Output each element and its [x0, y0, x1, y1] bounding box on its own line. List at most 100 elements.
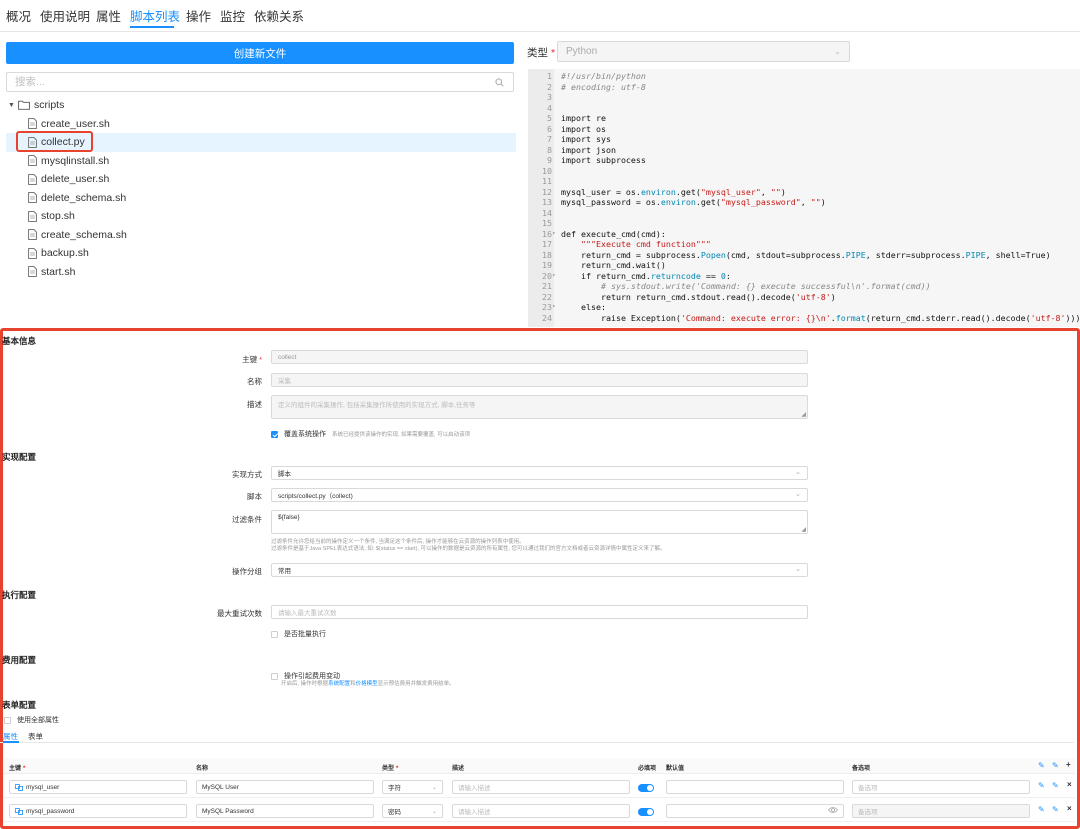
file-label: start.sh [41, 265, 76, 278]
create-file-button[interactable]: 创建新文件 [6, 42, 514, 64]
code-line: 3 [528, 92, 1080, 103]
row-name-field[interactable]: MySQL Password [196, 804, 374, 818]
tab-monitor[interactable]: 监控 [220, 6, 245, 25]
checkbox-icon[interactable] [271, 672, 278, 680]
required-toggle[interactable] [638, 784, 654, 792]
file-item[interactable]: stop.sh [6, 207, 516, 226]
code-text: def execute_cmd(cmd): [561, 228, 666, 239]
code-line: 8 import json [528, 145, 1080, 156]
line-number: 23 [542, 302, 552, 312]
script-select[interactable]: scripts/collect.py（collect) ⌄ [271, 488, 808, 502]
file-label: collect.py [41, 136, 85, 149]
edit-all-icon[interactable]: ✎ [1038, 761, 1045, 770]
row-key-field[interactable]: mysql_user [9, 780, 187, 794]
code-editor[interactable]: 1 #!/usr/bin/python 2 # encoding: utf-8 3 4 5 i… [528, 69, 1080, 327]
use-all-attrs-checkbox[interactable]: 使用全部属性 [4, 715, 59, 725]
override-checkbox[interactable]: 覆盖系统操作 系统已经提供该操作的实现, 如果需要覆盖, 可以启动该项 [271, 429, 470, 439]
file-label: delete_user.sh [41, 173, 110, 186]
chevron-down-icon: ⌄ [795, 491, 801, 498]
row-desc-field[interactable]: 请输入描述 [452, 780, 630, 794]
file-item[interactable]: create_schema.sh [6, 226, 516, 245]
code-text: import os [561, 123, 606, 134]
edit-row-icon[interactable]: ✎ [1038, 781, 1045, 790]
line-number: 7 [547, 134, 552, 144]
caret-down-icon[interactable]: ▼ [8, 102, 16, 109]
edit-row-icon[interactable]: ✎ [1038, 805, 1045, 814]
subtab-form[interactable]: 表单 [28, 731, 43, 742]
row-desc-field[interactable]: 请输入描述 [452, 804, 630, 818]
resize-handle-icon[interactable]: ◢ [801, 411, 806, 418]
tab-dependencies[interactable]: 依赖关系 [254, 6, 304, 25]
checkbox-checked-icon[interactable] [271, 430, 278, 438]
line-number: 8 [547, 144, 552, 155]
checkbox-icon[interactable] [4, 716, 11, 724]
file-icon [28, 118, 37, 130]
system-config-link[interactable]: 系统配置 [328, 681, 350, 687]
edit-form-icon[interactable]: ✎ [1052, 761, 1059, 770]
group-select[interactable]: 常用 ⌄ [271, 563, 808, 577]
retry-input[interactable]: 请输入最大重试次数 [271, 605, 808, 619]
type-select[interactable]: Python ⌄ [557, 41, 850, 62]
row-options-field[interactable]: 备选项 [852, 780, 1030, 794]
row-default-field[interactable] [666, 780, 844, 794]
row-key-field[interactable]: mysql_password [9, 804, 187, 818]
file-search-input[interactable] [7, 73, 491, 91]
folder-scripts[interactable]: ▼ scripts [6, 96, 516, 115]
tab-properties[interactable]: 属性 [96, 6, 121, 25]
line-number: 6 [547, 123, 552, 134]
resize-handle-icon[interactable]: ◢ [801, 526, 806, 533]
code-line: 21 # sys.stdout.write('Command: {} execu… [528, 281, 1080, 292]
key-field[interactable]: collect [271, 350, 808, 364]
code-line: 19 return_cmd.wait() [528, 260, 1080, 271]
tab-usage[interactable]: 使用说明 [40, 6, 90, 25]
edit-row-form-icon[interactable]: ✎ [1052, 805, 1059, 814]
file-item[interactable]: start.sh [6, 263, 516, 282]
add-row-icon[interactable]: + [1066, 760, 1071, 769]
fold-toggle-icon[interactable]: ▾ [552, 302, 556, 313]
batch-checkbox[interactable]: 是否批量执行 [271, 629, 326, 639]
fold-toggle-icon[interactable]: ▾ [552, 271, 556, 282]
eye-icon[interactable] [828, 806, 838, 814]
checkbox-icon[interactable] [271, 630, 278, 638]
file-item[interactable]: delete_user.sh [6, 170, 516, 189]
fold-toggle-icon[interactable]: ▾ [552, 229, 556, 240]
row-type-select[interactable]: 密码 ⌄ [382, 804, 443, 818]
chevron-down-icon: ⌄ [795, 469, 801, 476]
file-search [6, 72, 514, 92]
chevron-down-icon: ⌄ [431, 784, 437, 791]
col-default: 默认值 [666, 766, 685, 772]
filter-field[interactable]: ${false} ◢ [271, 510, 808, 534]
method-select[interactable]: 脚本 ⌄ [271, 466, 808, 480]
filter-label: 过滤条件 [232, 515, 262, 524]
required-toggle[interactable] [638, 808, 654, 816]
file-item-selected[interactable]: collect.py [6, 133, 516, 152]
cost-change-checkbox[interactable]: 操作引起费用变动 [271, 671, 340, 681]
tab-operations[interactable]: 操作 [186, 6, 211, 25]
search-icon[interactable] [491, 73, 507, 91]
row-options-field[interactable]: 备选项 [852, 804, 1030, 818]
chevron-down-icon: ⌄ [834, 47, 841, 56]
code-text: import subprocess [561, 155, 646, 165]
name-field[interactable]: 采集 [271, 373, 808, 387]
price-model-link[interactable]: 价格模型 [356, 681, 378, 687]
row-default-field[interactable] [666, 804, 844, 818]
delete-row-icon[interactable]: × [1067, 804, 1072, 813]
file-item[interactable]: backup.sh [6, 244, 516, 263]
tab-overview[interactable]: 概况 [6, 6, 31, 25]
edit-row-form-icon[interactable]: ✎ [1052, 781, 1059, 790]
table-row: mysql_user MySQL User 字符 ⌄ 请输入描述 备选项 ✎ ✎ … [3, 776, 1075, 798]
delete-row-icon[interactable]: × [1067, 780, 1072, 789]
file-item[interactable]: delete_schema.sh [6, 189, 516, 208]
code-line: 17 """Execute cmd function""" [528, 239, 1080, 250]
tab-script-list[interactable]: 脚本列表 [130, 6, 180, 25]
code-line: 1 #!/usr/bin/python [528, 71, 1080, 82]
line-number: 17 [542, 239, 552, 249]
desc-field[interactable]: 定义的组件的采集操作, 包括采集操作所使用的实现方式, 脚本,任务等 ◢ [271, 395, 808, 419]
file-icon [28, 192, 37, 204]
row-type-select[interactable]: 字符 ⌄ [382, 780, 443, 794]
method-label: 实现方式 [232, 470, 262, 479]
row-name-field[interactable]: MySQL User [196, 780, 374, 794]
file-item[interactable]: mysqlinstall.sh [6, 152, 516, 171]
code-text: import re [561, 113, 606, 123]
file-item[interactable]: create_user.sh [6, 115, 516, 134]
